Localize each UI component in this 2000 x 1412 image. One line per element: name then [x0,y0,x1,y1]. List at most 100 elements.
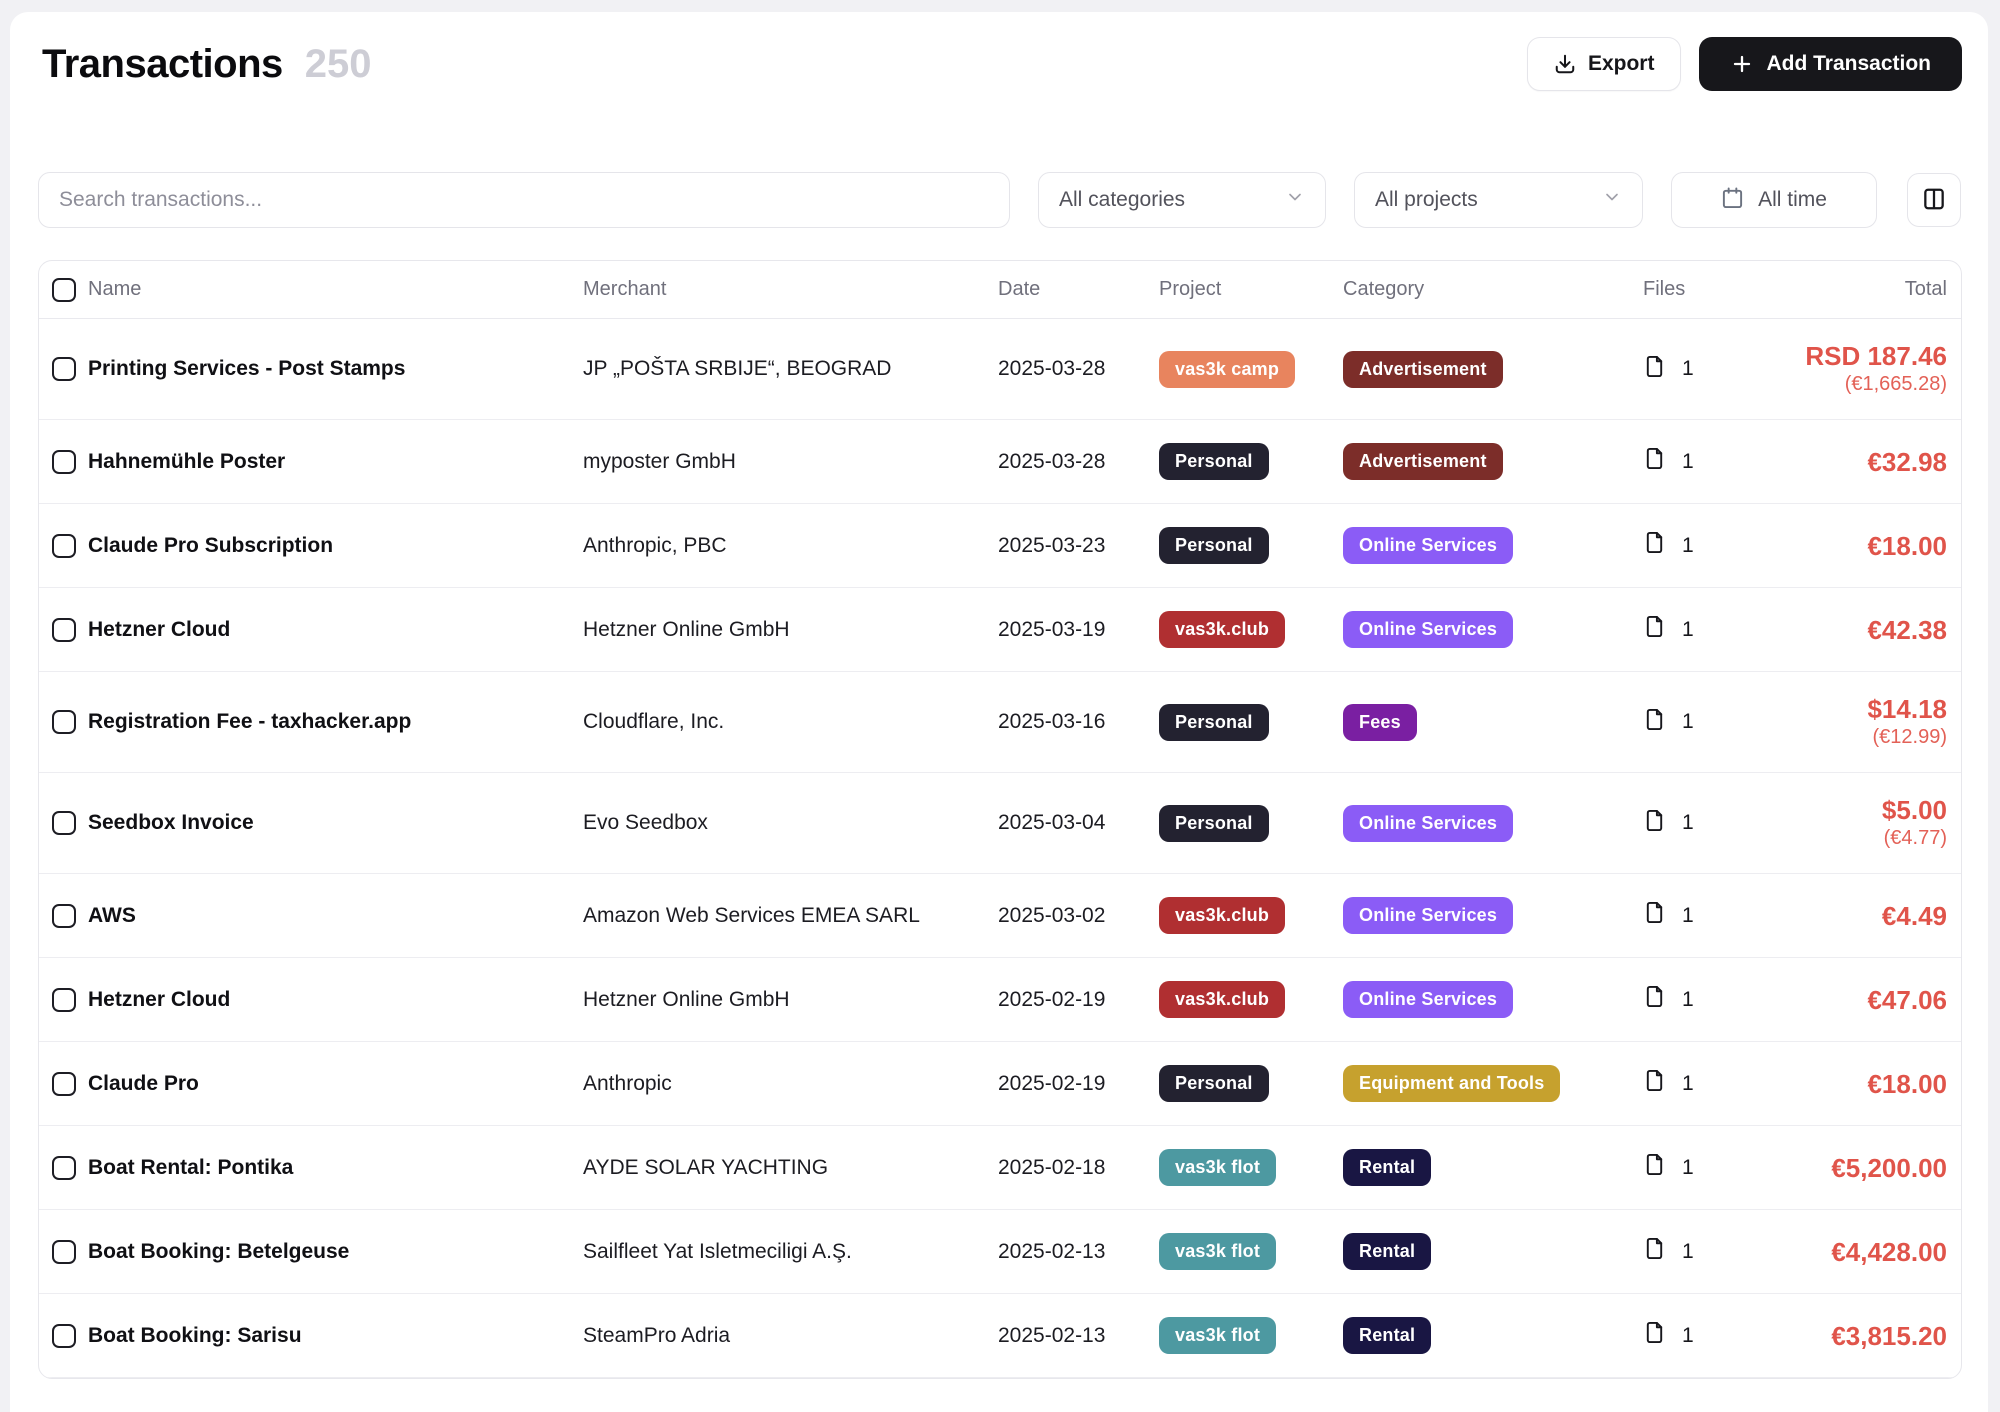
row-checkbox[interactable] [52,710,76,734]
row-checkbox-cell [39,1156,88,1180]
export-button-label: Export [1588,52,1655,76]
project-badge[interactable]: Personal [1159,704,1269,741]
total-amount: €18.00 [1786,532,1947,560]
row-checkbox[interactable] [52,988,76,1012]
transaction-merchant: Amazon Web Services EMEA SARL [583,904,998,928]
file-icon [1643,708,1666,737]
column-header-name[interactable]: Name [88,278,583,301]
projects-select-value: All projects [1375,188,1478,212]
project-badge[interactable]: Personal [1159,443,1269,480]
select-all-checkbox[interactable] [52,278,76,302]
row-checkbox[interactable] [52,450,76,474]
project-badge[interactable]: Personal [1159,1065,1269,1102]
column-header-category[interactable]: Category [1343,278,1643,301]
total-cell: $5.00(€4.77) [1786,796,1961,850]
row-checkbox[interactable] [52,904,76,928]
add-transaction-label: Add Transaction [1766,52,1931,76]
transaction-merchant: myposter GmbH [583,450,998,474]
category-badge[interactable]: Fees [1343,704,1417,741]
projects-select[interactable]: All projects [1354,172,1643,228]
total-amount: €42.38 [1786,616,1947,644]
row-checkbox-cell [39,1072,88,1096]
category-cell: Equipment and Tools [1343,1065,1643,1102]
row-checkbox-cell [39,357,88,381]
category-badge[interactable]: Online Services [1343,981,1513,1018]
project-badge[interactable]: vas3k.club [1159,897,1285,934]
file-icon [1643,1237,1666,1266]
category-badge[interactable]: Online Services [1343,805,1513,842]
table-row[interactable]: Boat Booking: SarisuSteamPro Adria2025-0… [39,1294,1961,1378]
total-amount-converted: (€4.77) [1786,826,1947,850]
row-checkbox[interactable] [52,811,76,835]
columns-icon [1921,186,1947,215]
row-checkbox[interactable] [52,1072,76,1096]
total-amount: €47.06 [1786,986,1947,1014]
table-header-row: Name Merchant Date Project Category File… [39,261,1961,319]
file-icon [1643,1153,1666,1182]
add-transaction-button[interactable]: Add Transaction [1699,37,1962,91]
project-cell: Personal [1159,805,1343,842]
search-input[interactable] [59,188,989,212]
table-row[interactable]: Boat Booking: BetelgeuseSailfleet Yat Is… [39,1210,1961,1294]
files-count: 1 [1682,811,1694,835]
row-checkbox-cell [39,450,88,474]
total-amount: €5,200.00 [1786,1154,1947,1182]
row-checkbox-cell [39,1324,88,1348]
table-row[interactable]: Hetzner CloudHetzner Online GmbH2025-03-… [39,588,1961,672]
project-badge[interactable]: Personal [1159,805,1269,842]
date-range-button[interactable]: All time [1671,172,1877,228]
project-cell: vas3k.club [1159,981,1343,1018]
category-badge[interactable]: Online Services [1343,897,1513,934]
project-badge[interactable]: vas3k camp [1159,351,1295,388]
table-row[interactable]: Hetzner CloudHetzner Online GmbH2025-02-… [39,958,1961,1042]
row-checkbox[interactable] [52,1240,76,1264]
category-badge[interactable]: Equipment and Tools [1343,1065,1560,1102]
category-badge[interactable]: Advertisement [1343,351,1503,388]
title-wrap: Transactions 250 [42,42,372,87]
category-badge[interactable]: Rental [1343,1149,1431,1186]
project-badge[interactable]: vas3k flot [1159,1317,1276,1354]
table-row[interactable]: AWSAmazon Web Services EMEA SARL2025-03-… [39,874,1961,958]
category-badge[interactable]: Rental [1343,1233,1431,1270]
files-cell: 1 [1643,447,1786,476]
files-count: 1 [1682,904,1694,928]
category-badge[interactable]: Online Services [1343,527,1513,564]
column-header-project[interactable]: Project [1159,278,1343,301]
column-header-merchant[interactable]: Merchant [583,278,998,301]
project-cell: vas3k camp [1159,351,1343,388]
page-header: Transactions 250 Export Add Transaction [38,36,1962,92]
transactions-table: Name Merchant Date Project Category File… [38,260,1962,1379]
project-badge[interactable]: Personal [1159,527,1269,564]
project-badge[interactable]: vas3k flot [1159,1149,1276,1186]
category-badge[interactable]: Rental [1343,1317,1431,1354]
categories-select[interactable]: All categories [1038,172,1326,228]
row-checkbox[interactable] [52,618,76,642]
table-row[interactable]: Boat Rental: PontikaAYDE SOLAR YACHTING2… [39,1126,1961,1210]
project-badge[interactable]: vas3k flot [1159,1233,1276,1270]
category-cell: Online Services [1343,805,1643,842]
row-checkbox[interactable] [52,1156,76,1180]
row-checkbox[interactable] [52,1324,76,1348]
table-row[interactable]: Registration Fee - taxhacker.appCloudfla… [39,672,1961,773]
row-checkbox[interactable] [52,534,76,558]
column-header-total[interactable]: Total [1786,278,1961,301]
project-badge[interactable]: vas3k.club [1159,611,1285,648]
category-badge[interactable]: Online Services [1343,611,1513,648]
column-header-files[interactable]: Files [1643,278,1786,301]
table-row[interactable]: Claude Pro SubscriptionAnthropic, PBC202… [39,504,1961,588]
project-badge[interactable]: vas3k.club [1159,981,1285,1018]
table-row[interactable]: Printing Services - Post StampsJP „POŠTA… [39,319,1961,420]
table-row[interactable]: Seedbox InvoiceEvo Seedbox2025-03-04Pers… [39,773,1961,874]
total-cell: €4.49 [1786,902,1961,930]
files-count: 1 [1682,1324,1694,1348]
table-row[interactable]: Hahnemühle Postermyposter GmbH2025-03-28… [39,420,1961,504]
category-badge[interactable]: Advertisement [1343,443,1503,480]
row-checkbox[interactable] [52,357,76,381]
column-header-date[interactable]: Date [998,278,1159,301]
columns-toggle-button[interactable] [1907,173,1961,227]
transactions-card: Transactions 250 Export Add Transaction [10,12,1988,1412]
files-count: 1 [1682,1156,1694,1180]
table-row[interactable]: Claude ProAnthropic2025-02-19PersonalEqu… [39,1042,1961,1126]
files-cell: 1 [1643,355,1786,384]
export-button[interactable]: Export [1527,37,1682,91]
